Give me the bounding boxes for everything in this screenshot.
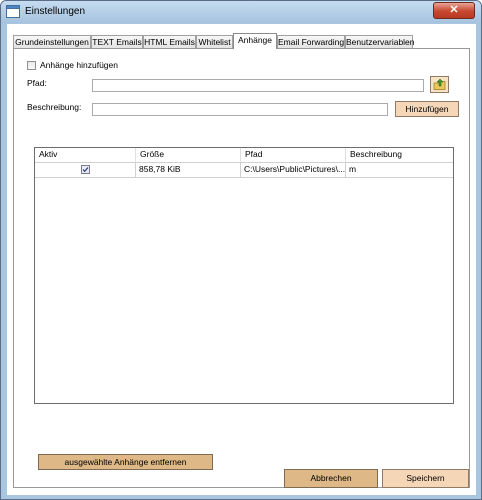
tab-html-emails[interactable]: HTML Emails xyxy=(143,35,196,48)
column-header-groesse[interactable]: Größe xyxy=(136,148,241,162)
tab-label: Whitelist xyxy=(198,37,231,47)
cancel-button[interactable]: Abbrechen xyxy=(284,469,378,488)
window-client-area: Grundeinstellungen TEXT Emails HTML Emai… xyxy=(7,24,476,495)
description-label: Beschreibung: xyxy=(27,102,82,112)
tab-label: Benutzervariablen xyxy=(346,37,415,47)
tab-email-forwarding[interactable]: Email Forwarding xyxy=(277,35,345,48)
cell-path: C:\Users\Public\Pictures\... xyxy=(241,163,346,177)
window-title: Einstellungen xyxy=(25,6,86,17)
close-button[interactable]: ✕ xyxy=(433,2,475,19)
browse-button[interactable] xyxy=(430,76,449,93)
cell-size: 858,78 KiB xyxy=(136,163,241,177)
row-active-checkbox[interactable] xyxy=(81,165,90,174)
tab-benutzervariablen[interactable]: Benutzervariablen xyxy=(345,35,415,48)
save-button[interactable]: Speichern xyxy=(382,469,469,488)
tab-label: TEXT Emails xyxy=(92,37,142,47)
table-header: Aktiv Größe Pfad Beschreibung xyxy=(35,148,453,163)
close-icon: ✕ xyxy=(449,4,459,16)
tab-grundeinstellungen[interactable]: Grundeinstellungen xyxy=(13,35,91,48)
table-row[interactable]: 858,78 KiB C:\Users\Public\Pictures\... … xyxy=(35,163,453,178)
attachments-table[interactable]: Aktiv Größe Pfad Beschreibung 858,78 KiB… xyxy=(34,147,454,404)
tab-anhaenge[interactable]: Anhänge xyxy=(233,33,277,49)
settings-window: Einstellungen ✕ Grundeinstellungen TEXT … xyxy=(0,0,482,500)
column-header-pfad[interactable]: Pfad xyxy=(241,148,346,162)
path-label: Pfad: xyxy=(27,78,47,88)
remove-selected-attachments-button[interactable]: ausgewählte Anhänge entfernen xyxy=(38,454,213,470)
tab-label: Email Forwarding xyxy=(278,37,345,47)
tab-text-emails[interactable]: TEXT Emails xyxy=(91,35,143,48)
column-header-aktiv[interactable]: Aktiv xyxy=(35,148,136,162)
column-header-beschreibung[interactable]: Beschreibung xyxy=(346,148,453,162)
tab-whitelist[interactable]: Whitelist xyxy=(196,35,233,48)
add-attachments-checkbox[interactable] xyxy=(27,61,36,70)
folder-up-icon xyxy=(433,78,446,90)
tab-label: Anhänge xyxy=(237,35,273,45)
cell-active xyxy=(35,163,136,177)
description-input[interactable] xyxy=(92,103,388,116)
cell-description: m xyxy=(349,164,357,174)
tab-label: Grundeinstellungen xyxy=(15,37,89,47)
path-input[interactable] xyxy=(92,79,424,92)
window-app-icon xyxy=(6,5,20,18)
add-attachments-label: Anhänge hinzufügen xyxy=(40,60,118,70)
title-bar[interactable]: Einstellungen ✕ xyxy=(1,1,481,23)
add-button[interactable]: Hinzufügen xyxy=(395,101,459,117)
tab-label: HTML Emails xyxy=(144,37,195,47)
attachments-panel: Anhänge hinzufügen Pfad: Beschreibung: H… xyxy=(13,48,470,488)
